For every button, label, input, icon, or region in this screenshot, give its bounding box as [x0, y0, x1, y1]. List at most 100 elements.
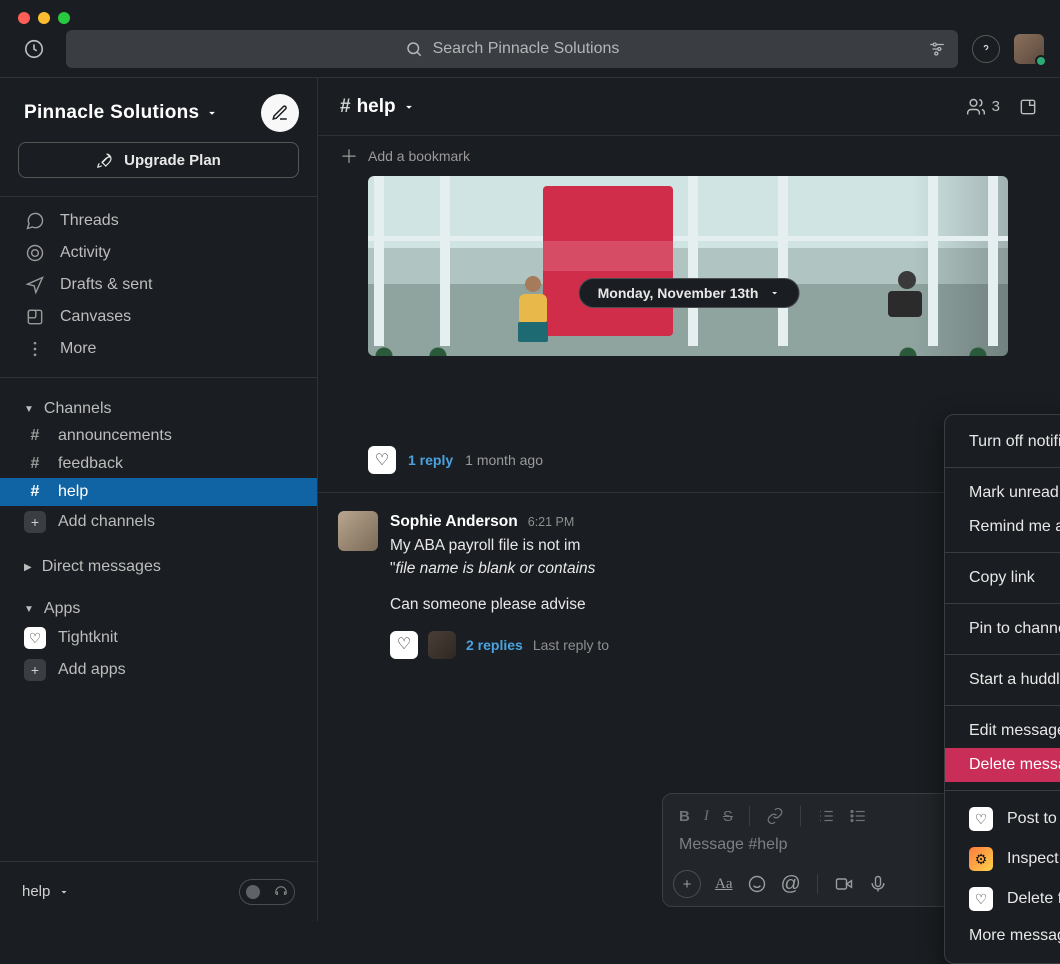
sidebar-drafts[interactable]: Drafts & sent: [0, 269, 317, 301]
reply-avatar-1[interactable]: ♡: [390, 631, 418, 659]
canvases-label: Canvases: [60, 308, 131, 326]
canvas-button[interactable]: [1018, 97, 1038, 117]
attach-button[interactable]: +: [673, 870, 701, 898]
message-image[interactable]: [368, 176, 1008, 356]
channel-label: announcements: [58, 427, 172, 445]
upgrade-plan-button[interactable]: Upgrade Plan: [18, 142, 299, 178]
app-label: Tightknit: [58, 629, 118, 647]
add-channels-button[interactable]: + Add channels: [0, 506, 317, 538]
threads-icon: [24, 211, 46, 231]
mention-button[interactable]: @: [781, 873, 801, 896]
search-input[interactable]: Search Pinnacle Solutions: [66, 30, 958, 68]
strike-button[interactable]: S: [723, 808, 733, 825]
add-apps-label: Add apps: [58, 661, 126, 679]
ctx-turn-off-notifications[interactable]: Turn off notifications for replies: [945, 425, 1060, 459]
app-tightknit[interactable]: ♡ Tightknit: [0, 622, 317, 654]
ordered-list-button[interactable]: [817, 807, 835, 825]
ctx-pin[interactable]: Pin to channel P: [945, 612, 1060, 646]
plus-icon: +: [24, 659, 46, 681]
channel-feedback[interactable]: # feedback: [0, 450, 317, 478]
formatting-toggle-button[interactable]: Aa: [715, 876, 733, 893]
caret-down-icon: ▼: [24, 404, 34, 415]
sidebar-more[interactable]: More: [0, 333, 317, 365]
channel-label: help: [58, 483, 88, 501]
sidebar-activity[interactable]: Activity: [0, 237, 317, 269]
apps-section-toggle[interactable]: ▼ Apps: [0, 590, 317, 622]
threads-label: Threads: [60, 212, 119, 230]
search-filter-icon[interactable]: [928, 40, 946, 58]
channels-section-label: Channels: [44, 400, 112, 418]
tightknit-app-icon: ♡: [24, 627, 46, 649]
compose-icon: [271, 104, 289, 122]
sidebar-threads[interactable]: Threads: [0, 205, 317, 237]
thread-reply-link[interactable]: 1 reply: [408, 452, 453, 468]
ctx-copy-link[interactable]: Copy link L: [945, 561, 1060, 595]
channel-title-button[interactable]: # help: [340, 96, 416, 118]
member-count: 3: [992, 98, 1000, 115]
channel-title-label: help: [357, 96, 396, 118]
ctx-more-shortcuts[interactable]: More message shortcuts…: [945, 919, 1060, 953]
ctx-huddle[interactable]: Start a huddle in thread…: [945, 663, 1060, 697]
maximize-window-button[interactable]: [58, 12, 70, 24]
user-avatar[interactable]: [1014, 34, 1044, 64]
caret-right-icon: ▶: [24, 562, 32, 573]
dm-section-label: Direct messages: [42, 558, 161, 576]
ctx-edit[interactable]: Edit message E: [945, 714, 1060, 748]
search-placeholder: Search Pinnacle Solutions: [433, 40, 620, 58]
message-replies-link[interactable]: 2 replies: [466, 635, 523, 655]
ctx-remind-me[interactable]: Remind me about this ›: [945, 510, 1060, 544]
sidebar-canvases[interactable]: Canvases: [0, 301, 317, 333]
ctx-inspect[interactable]: ⚙ Inspect Slack Developer Tools: [945, 839, 1060, 879]
more-label: More: [60, 340, 96, 358]
footer-channel-jump[interactable]: help: [22, 883, 70, 900]
ctx-post-community[interactable]: ♡ Post to community Tightknit: [945, 799, 1060, 839]
history-button[interactable]: [16, 31, 52, 67]
ctx-delete[interactable]: Delete message… delete: [945, 748, 1060, 782]
reply-avatar[interactable]: ♡: [368, 446, 396, 474]
headphones-icon: [274, 885, 288, 899]
message-context-menu: Turn off notifications for replies Mark …: [944, 414, 1060, 964]
apps-section-label: Apps: [44, 600, 80, 618]
canvases-icon: [24, 307, 46, 327]
help-button[interactable]: [972, 35, 1000, 63]
message-avatar[interactable]: [338, 511, 378, 551]
upgrade-label: Upgrade Plan: [124, 152, 221, 169]
ctx-mark-unread[interactable]: Mark unread U: [945, 476, 1060, 510]
audio-button[interactable]: [868, 874, 888, 894]
chevron-down-icon: [58, 886, 70, 898]
add-channels-label: Add channels: [58, 513, 155, 531]
bold-button[interactable]: B: [679, 808, 690, 825]
date-divider-label: Monday, November 13th: [598, 285, 759, 301]
minimize-window-button[interactable]: [38, 12, 50, 24]
message-text: My ABA payroll file is not im ng "file n…: [390, 535, 1038, 616]
close-window-button[interactable]: [18, 12, 30, 24]
channel-members-button[interactable]: 3: [966, 97, 1000, 117]
bullet-list-button[interactable]: [849, 807, 867, 825]
reply-avatar-2[interactable]: [428, 631, 456, 659]
channel-announcements[interactable]: # announcements: [0, 422, 317, 450]
activity-icon: [24, 243, 46, 263]
message-author[interactable]: Sophie Anderson: [390, 511, 518, 533]
add-bookmark-label: Add a bookmark: [368, 148, 470, 164]
dm-section-toggle[interactable]: ▶ Direct messages: [0, 548, 317, 580]
emoji-button[interactable]: [747, 874, 767, 894]
message-time[interactable]: 6:21 PM: [528, 513, 575, 531]
link-button[interactable]: [766, 807, 784, 825]
add-bookmark-button[interactable]: ＋ Add a bookmark: [318, 136, 1060, 176]
channels-section-toggle[interactable]: ▼ Channels: [0, 390, 317, 422]
date-divider-button[interactable]: Monday, November 13th: [579, 278, 800, 308]
hash-icon: #: [24, 455, 46, 473]
add-apps-button[interactable]: + Add apps: [0, 654, 317, 686]
compose-button[interactable]: [261, 94, 299, 132]
chevron-down-icon: [402, 100, 416, 114]
more-icon: [24, 339, 46, 359]
ctx-delete-community[interactable]: ♡ Delete from community Tightknit: [945, 879, 1060, 919]
rocket-icon: [96, 151, 114, 169]
huddle-toggle[interactable]: [239, 879, 295, 905]
channel-help[interactable]: # help: [0, 478, 317, 506]
video-button[interactable]: [834, 874, 854, 894]
workspace-switcher[interactable]: Pinnacle Solutions: [24, 102, 219, 124]
drafts-label: Drafts & sent: [60, 276, 152, 294]
caret-down-icon: ▼: [24, 604, 34, 615]
italic-button[interactable]: I: [704, 808, 709, 825]
